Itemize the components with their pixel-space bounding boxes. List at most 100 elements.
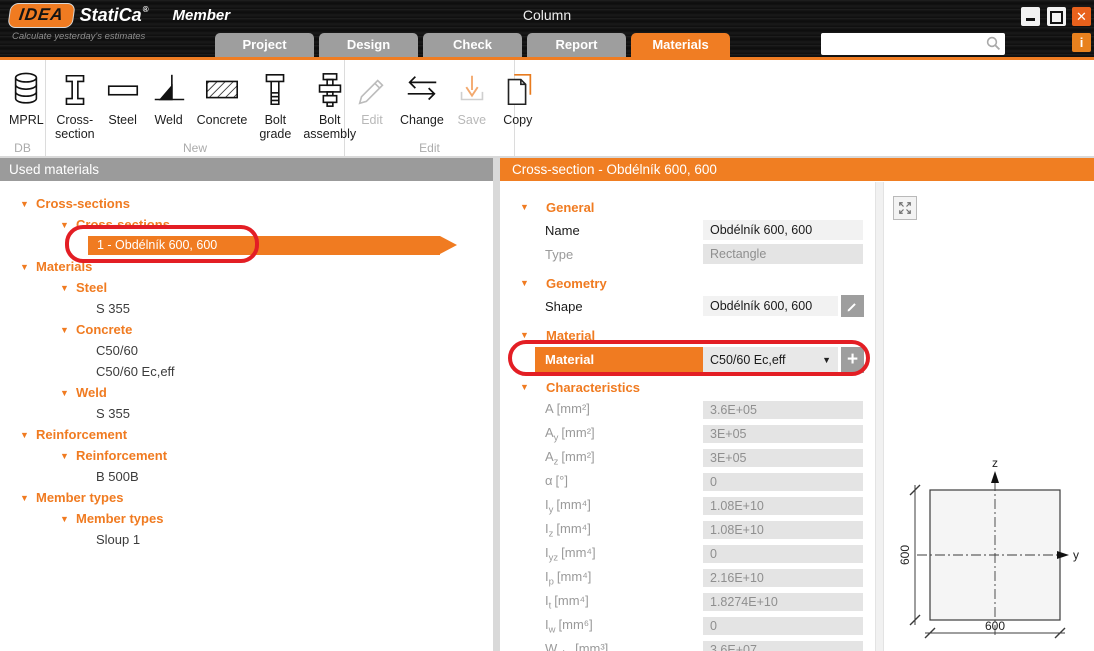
material-dropdown[interactable]: C50/60 Ec,eff ▼ [703,347,838,373]
save-arrow-icon [454,65,490,113]
new-bolt-grade-button[interactable]: Bolt grade [252,65,298,142]
expand-panel-button[interactable] [893,196,917,220]
z-axis-arrow-icon [991,471,999,483]
tab-design[interactable]: Design [319,33,418,57]
collapse-triangle-icon[interactable]: ▼ [20,199,36,209]
collapse-triangle-icon[interactable]: ▼ [60,388,76,398]
characteristic-value: 0 [703,545,863,563]
collapse-triangle-icon[interactable]: ▼ [20,262,36,272]
pencil-icon [846,300,859,313]
shape-row: Shape Obdélník 600, 600 [500,294,875,318]
new-steel-button[interactable]: Steel [100,65,146,127]
characteristic-label: It[mm⁴] [545,593,703,612]
collapse-triangle-icon[interactable]: ▼ [520,382,530,392]
tab-project[interactable]: Project [215,33,314,57]
name-row: Name Obdélník 600, 600 [500,218,875,242]
collapse-triangle-icon[interactable]: ▼ [20,430,36,440]
tree-group-weld[interactable]: ▼Weld [0,382,493,403]
ribbon-group-label: DB [0,141,45,155]
tree-group-cross-sections[interactable]: ▼Cross-sections [0,193,493,214]
tree-item-weld-s355[interactable]: S 355 [0,403,493,424]
section-characteristics[interactable]: ▼ Characteristics [500,376,875,398]
new-weld-button[interactable]: Weld [146,65,192,127]
characteristic-row-az: Az[mm²] 3E+05 [500,446,875,470]
characteristic-row-iyz: Iyz[mm⁴] 0 [500,542,875,566]
tree-group-reinforcement[interactable]: ▼Reinforcement [0,424,493,445]
characteristic-value: 0 [703,617,863,635]
collapse-triangle-icon[interactable]: ▼ [60,451,76,461]
edit-shape-button[interactable] [841,295,864,317]
characteristic-value: 2.16E+10 [703,569,863,587]
collapse-triangle-icon[interactable]: ▼ [60,220,76,230]
ribbon-group-new: Cross-section Steel Weld [46,60,345,156]
collapse-triangle-icon[interactable]: ▼ [60,514,76,524]
characteristic-label: Ip[mm⁴] [545,569,703,588]
pencil-icon [354,65,390,113]
height-dimension-label: 600 [898,545,912,565]
save-button: Save [449,65,495,127]
characteristic-label: A[mm²] [545,401,703,420]
collapse-triangle-icon[interactable]: ▼ [60,325,76,335]
characteristic-row-iy: Iy[mm⁴] 1.08E+10 [500,494,875,518]
name-label: Name [545,223,703,238]
tree-group-concrete[interactable]: ▼Concrete [0,319,493,340]
shape-field[interactable]: Obdélník 600, 600 [703,296,838,316]
section-geometry[interactable]: ▼ Geometry [500,272,875,294]
copy-pages-icon [500,65,536,113]
name-field[interactable]: Obdélník 600, 600 [703,220,863,240]
tree-group-materials[interactable]: ▼Materials [0,256,493,277]
expand-arrows-icon [896,199,914,217]
tab-report[interactable]: Report [527,33,626,57]
tree-item-c50-60-eceff[interactable]: C50/60 Ec,eff [0,361,493,382]
characteristic-value: 1.08E+10 [703,521,863,539]
collapse-triangle-icon[interactable]: ▼ [60,283,76,293]
info-button[interactable]: i [1072,33,1091,52]
tree-item-selected-cross-section[interactable]: 1 - Obdélník 600, 600 [0,235,493,256]
new-cross-section-button[interactable]: Cross-section [50,65,100,142]
minimize-button[interactable] [1021,7,1040,26]
tree-group-member-types-sub[interactable]: ▼Member types [0,508,493,529]
tree-item-c50-60[interactable]: C50/60 [0,340,493,361]
mprl-button[interactable]: MPRL [4,65,49,127]
characteristic-label: Iyz[mm⁴] [545,545,703,564]
bolt-assembly-icon [312,65,348,113]
properties-scrollbar[interactable] [875,182,884,651]
characteristic-row-iw: Iw[mm⁶] 0 [500,614,875,638]
new-concrete-button[interactable]: Concrete [192,65,253,127]
width-dimension-label: 600 [985,619,1005,633]
tree-item-b500b[interactable]: B 500B [0,466,493,487]
section-material[interactable]: ▼ Material [500,324,875,346]
section-general[interactable]: ▼ General [500,196,875,218]
z-axis-label: z [992,456,998,470]
characteristic-label: Iy[mm⁴] [545,497,703,516]
type-label: Type [545,247,703,262]
copy-button[interactable]: Copy [495,65,541,127]
add-material-button[interactable]: + [841,347,864,373]
tree-group-steel[interactable]: ▼Steel [0,277,493,298]
tab-check[interactable]: Check [423,33,522,57]
brand-tagline: Calculate yesterday's estimates [12,31,145,42]
maximize-button[interactable] [1047,7,1066,26]
collapse-triangle-icon[interactable]: ▼ [520,202,530,212]
collapse-triangle-icon[interactable]: ▼ [520,278,530,288]
y-axis-arrow-icon [1057,551,1069,559]
tree-group-cross-sections-sub[interactable]: ▼Cross-sections [0,214,493,235]
close-button[interactable]: ✕ [1072,7,1091,26]
tree-item-steel-s355[interactable]: S 355 [0,298,493,319]
selected-item-banner[interactable]: 1 - Obdélník 600, 600 [88,236,440,255]
tree-item-sloup1[interactable]: Sloup 1 [0,529,493,550]
search-input[interactable] [825,33,981,55]
collapse-triangle-icon[interactable]: ▼ [20,493,36,503]
tree-group-reinforcement-sub[interactable]: ▼Reinforcement [0,445,493,466]
search-box[interactable] [821,33,1005,55]
collapse-triangle-icon[interactable]: ▼ [520,330,530,340]
characteristic-row-ip: Ip[mm⁴] 2.16E+10 [500,566,875,590]
tree-group-member-types[interactable]: ▼Member types [0,487,493,508]
document-title: Column [0,7,1094,23]
change-button[interactable]: Change [395,65,449,127]
type-field: Rectangle [703,244,863,264]
tab-materials[interactable]: Materials [631,33,730,57]
cross-section-icon [57,65,93,113]
steel-plate-icon [105,65,141,113]
characteristic-row-wely: Wel,y[mm³] 3.6E+07 [500,638,875,651]
